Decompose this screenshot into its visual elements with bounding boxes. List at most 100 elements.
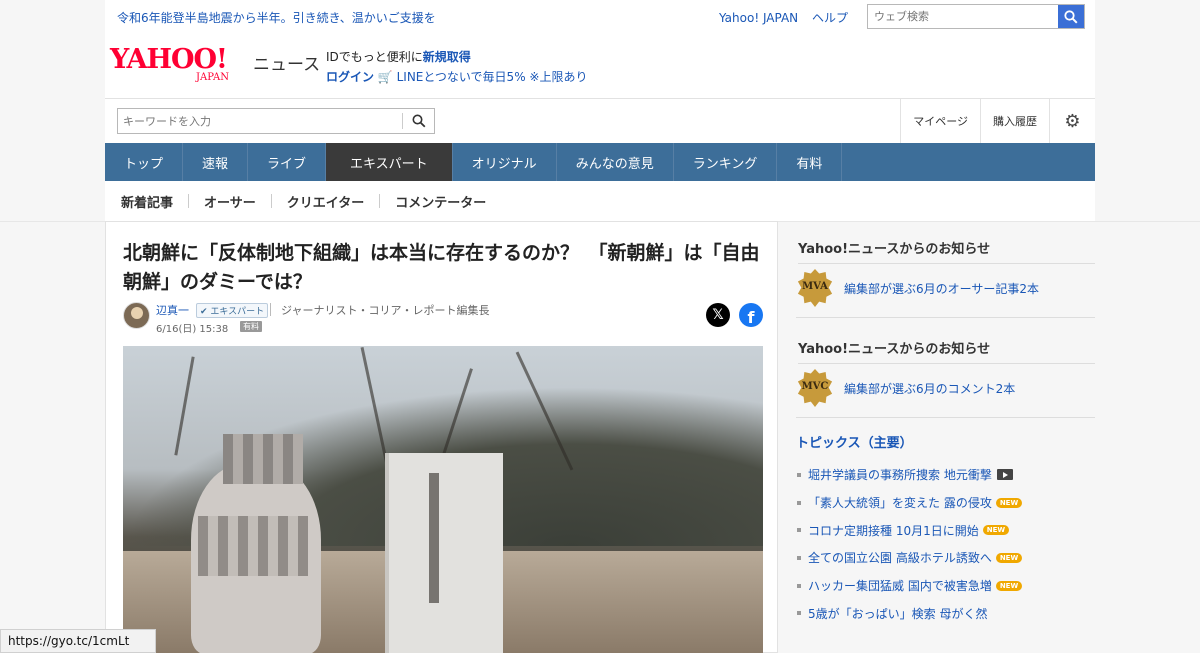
cart-icon: 🛒 — [377, 70, 397, 84]
subnav-creators[interactable]: クリエイター — [287, 192, 364, 211]
subnav-commentators[interactable]: コメンテーター — [395, 192, 486, 211]
tab-original[interactable]: オリジナル — [453, 143, 557, 181]
register-link[interactable]: 新規取得 — [423, 50, 471, 64]
facebook-icon: f — [747, 308, 755, 327]
tab-live[interactable]: ライブ — [248, 143, 327, 181]
divider — [379, 194, 381, 208]
topic-text: 堀井学議員の事務所捜索 地元衝撃 — [808, 468, 992, 483]
topic-text: ハッカー集団猛威 国内で被害急増 — [808, 579, 992, 594]
search-row: マイページ 購入履歴 ⚙ — [105, 99, 1095, 143]
keyword-search-box — [117, 108, 435, 134]
divider — [270, 194, 272, 208]
tab-top[interactable]: トップ — [105, 143, 184, 181]
divider — [270, 303, 271, 316]
topics-list: 堀井学議員の事務所捜索 地元衝撃 「素人大統領」を変えた 露の侵攻 NEW コロナ… — [796, 461, 1095, 627]
sub-nav: 新着記事 オーサー クリエイター コメンテーター — [105, 181, 1095, 221]
divider — [188, 194, 190, 208]
sidebar: Yahoo!ニュースからのお知らせ MVA 編集部が選ぶ6月のオーサー記事2本 … — [780, 221, 1095, 653]
video-icon — [996, 469, 1013, 481]
help-link[interactable]: ヘルプ — [812, 11, 848, 25]
top-links: Yahoo! JAPAN ヘルプ — [719, 9, 858, 26]
article-date: 6/16(日) 15:38 — [156, 324, 229, 335]
notice-heading: Yahoo!ニュースからのお知らせ — [798, 338, 1095, 364]
tab-opinions[interactable]: みんなの意見 — [557, 143, 674, 181]
tab-paid[interactable]: 有料 — [777, 143, 843, 181]
account-links: マイページ 購入履歴 ⚙ — [900, 99, 1095, 143]
site-header: YAHOO! JAPAN ニュース IDでもっと便利に新規取得 ログイン 🛒 L… — [105, 33, 1095, 99]
expert-badge-label: エキスパート — [210, 307, 265, 317]
share-facebook-button[interactable]: f — [739, 303, 763, 327]
photo-graffiti — [429, 473, 439, 603]
list-item[interactable]: ハッカー集団猛威 国内で被害急増 NEW — [796, 572, 1095, 600]
mvc-notice-text: 編集部が選ぶ6月のコメント2本 — [844, 381, 1016, 396]
mva-notice-link[interactable]: MVA 編集部が選ぶ6月のオーサー記事2本 — [796, 269, 1039, 307]
mvc-medal-icon: MVC — [796, 369, 834, 407]
notice-heading: Yahoo!ニュースからのお知らせ — [798, 238, 1095, 264]
mvc-notice-link[interactable]: MVC 編集部が選ぶ6月のコメント2本 — [796, 369, 1015, 407]
earthquake-support-link[interactable]: 令和6年能登半島地震から半年。引き続き、温かいご支援を — [117, 9, 436, 26]
topic-text: 「素人大統領」を変えた 露の侵攻 — [808, 496, 992, 511]
tab-breaking[interactable]: 速報 — [183, 143, 249, 181]
mva-notice-text: 編集部が選ぶ6月のオーサー記事2本 — [844, 281, 1040, 296]
web-search-input[interactable] — [868, 5, 1058, 28]
article-main: 北朝鮮に「反体制地下組織」は本当に存在するのか？ 「新朝鮮」は「自由朝鮮」のダミ… — [105, 221, 778, 653]
article-title: 北朝鮮に「反体制地下組織」は本当に存在するのか？ 「新朝鮮」は「自由朝鮮」のダミ… — [123, 242, 760, 293]
id-promo-text: IDでもっと便利に — [326, 50, 423, 64]
web-search-button[interactable] — [1058, 5, 1084, 28]
new-badge: NEW — [995, 580, 1023, 591]
yahoo-japan-link[interactable]: Yahoo! JAPAN — [719, 11, 798, 25]
new-badge: NEW — [995, 497, 1023, 508]
new-badge: NEW — [995, 552, 1023, 563]
list-item[interactable]: コロナ定期接種 10月1日に開始 NEW — [796, 516, 1095, 544]
verified-icon: ✔ — [200, 307, 208, 317]
keyword-search-input[interactable] — [118, 109, 402, 133]
expert-badge: ✔ エキスパート — [196, 303, 269, 318]
topic-text: 5歳が「おっぱい」検索 母がく然 — [808, 606, 988, 621]
keyword-search-button[interactable] — [402, 113, 434, 129]
logo-japan-text: JAPAN — [196, 72, 230, 83]
paid-badge: 有料 — [240, 321, 262, 332]
gear-icon: ⚙ — [1064, 110, 1081, 132]
share-x-button[interactable]: 𝕏 — [706, 303, 730, 327]
subnav-authors[interactable]: オーサー — [204, 192, 256, 211]
photo-blurred-area — [198, 516, 308, 576]
search-icon — [412, 114, 425, 128]
login-link[interactable]: ログイン — [326, 70, 374, 84]
photo-stone-marker — [385, 453, 503, 653]
medal-label: MVA — [802, 281, 828, 292]
list-item[interactable]: 全ての国立公園 高級ホテル誘致へ NEW — [796, 544, 1095, 572]
divider — [796, 317, 1095, 318]
author-avatar[interactable] — [123, 302, 150, 329]
divider — [796, 417, 1095, 418]
web-search-box — [867, 4, 1085, 29]
new-badge: NEW — [982, 525, 1010, 536]
purchase-history-link[interactable]: 購入履歴 — [980, 99, 1049, 143]
medal-label: MVC — [801, 381, 829, 392]
x-icon: 𝕏 — [712, 307, 724, 323]
mva-medal-icon: MVA — [796, 269, 834, 307]
top-bar: 令和6年能登半島地震から半年。引き続き、温かいご支援を Yahoo! JAPAN… — [105, 0, 1095, 33]
list-item[interactable]: 5歳が「おっぱい」検索 母がく然 — [796, 599, 1095, 627]
yahoo-news-logo[interactable]: YAHOO! JAPAN ニュース — [110, 44, 320, 83]
topic-text: 全ての国立公園 高級ホテル誘致へ — [808, 551, 992, 566]
logo-yahoo-text: YAHOO! — [110, 44, 228, 75]
main-nav: トップ 速報 ライブ エキスパート オリジナル みんなの意見 ランキング 有料 — [105, 143, 1095, 181]
article-photo[interactable] — [123, 346, 763, 653]
settings-button[interactable]: ⚙ — [1049, 99, 1095, 143]
logo-news-text: ニュース — [253, 55, 321, 75]
subnav-new-articles[interactable]: 新着記事 — [121, 192, 173, 211]
author-name-link[interactable]: 辺真一 — [156, 302, 189, 318]
author-role: ジャーナリスト・コリア・レポート編集長 — [281, 304, 490, 317]
tab-expert[interactable]: エキスパート — [326, 143, 453, 181]
topics-heading[interactable]: トピックス（主要） — [796, 432, 913, 451]
link-status-bar: https://gyo.tc/1cmLt — [0, 629, 156, 653]
header-promo: IDでもっと便利に新規取得 ログイン 🛒 LINEとつないで毎日5% ※上限あり — [326, 47, 587, 87]
list-item[interactable]: 堀井学議員の事務所捜索 地元衝撃 — [796, 461, 1095, 489]
tab-ranking[interactable]: ランキング — [674, 143, 778, 181]
search-icon — [1064, 9, 1078, 24]
mypage-link[interactable]: マイページ — [900, 99, 980, 143]
line-promo-link[interactable]: LINEとつないで毎日5% ※上限あり — [397, 70, 588, 84]
topic-text: コロナ定期接種 10月1日に開始 — [808, 523, 979, 538]
article-byline: 辺真一 ✔ エキスパート ジャーナリスト・コリア・レポート編集長 6/16(日)… — [123, 302, 763, 335]
list-item[interactable]: 「素人大統領」を変えた 露の侵攻 NEW — [796, 489, 1095, 517]
